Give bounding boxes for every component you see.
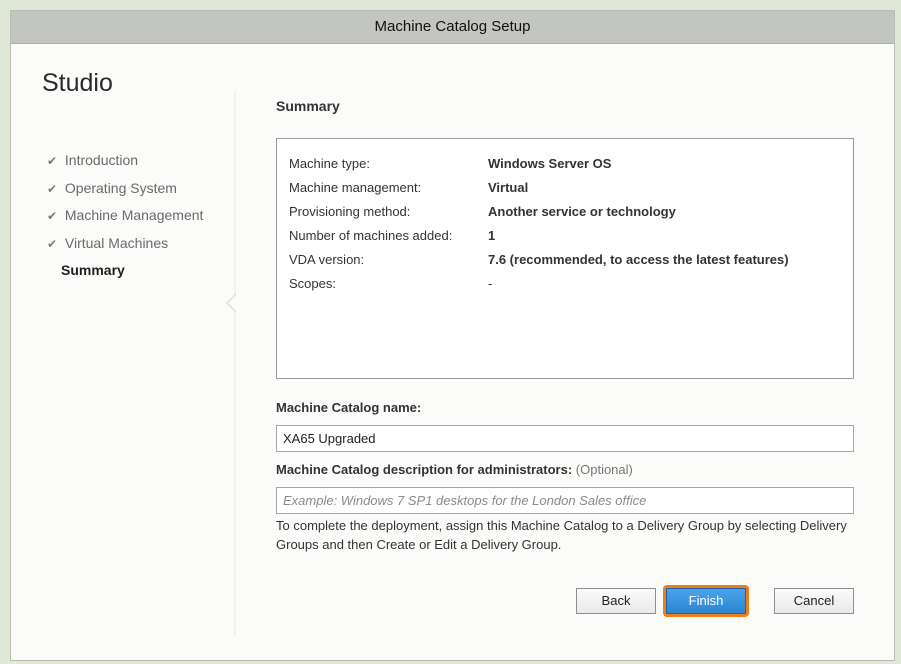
checkmark-icon: ✔ <box>47 209 58 223</box>
catalog-description-label: Machine Catalog description for administ… <box>276 462 633 477</box>
window-title: Machine Catalog Setup <box>11 11 894 44</box>
sidebar-divider <box>234 90 236 635</box>
current-step-pointer <box>228 294 237 312</box>
optional-hint: (Optional) <box>575 462 633 477</box>
step-label: Operating System <box>64 179 177 196</box>
checkmark-icon: ✔ <box>47 236 58 251</box>
summary-label: Scopes: <box>289 276 336 291</box>
summary-label: Provisioning method: <box>289 204 411 219</box>
summary-value: - <box>488 276 493 291</box>
catalog-name-input[interactable]: XA65 Upgraded <box>276 425 854 452</box>
step-introduction: ✔ Introduction <box>47 152 203 180</box>
step-summary: Summary <box>61 262 125 278</box>
summary-label: Number of machines added: <box>289 228 453 243</box>
back-button[interactable]: Back <box>576 588 656 614</box>
step-virtual-machines: ✔ Virtual Machines <box>47 235 203 263</box>
summary-value: 1 <box>488 228 496 243</box>
summary-label: Machine management: <box>289 180 422 195</box>
summary-panel: Machine type: Windows Server OS Machine … <box>276 138 854 379</box>
studio-brand: Studio <box>42 69 113 97</box>
summary-value: Virtual <box>488 180 529 195</box>
checkmark-icon: ✔ <box>47 154 58 168</box>
catalog-description-input[interactable]: Example: Windows 7 SP1 desktops for the … <box>276 487 854 514</box>
checkmark-icon: ✔ <box>47 181 58 196</box>
step-machine-management: ✔ Machine Management <box>47 207 203 235</box>
description-label-text: Machine Catalog description for administ… <box>276 462 573 477</box>
catalog-name-label: Machine Catalog name: <box>276 400 422 415</box>
summary-label: VDA version: <box>289 252 365 267</box>
step-operating-system: ✔ Operating System <box>47 180 203 208</box>
step-label: Machine Management <box>64 207 204 223</box>
summary-value: Windows Server OS <box>488 156 612 171</box>
summary-value: Another service or technology <box>488 204 676 219</box>
page-title: Summary <box>276 98 340 114</box>
deployment-note: To complete the deployment, assign this … <box>276 518 847 552</box>
cancel-button[interactable]: Cancel <box>774 588 854 614</box>
summary-label: Machine type: <box>289 156 370 171</box>
step-label: Virtual Machines <box>64 234 169 251</box>
finish-button[interactable]: Finish <box>666 588 746 614</box>
wizard-steps: ✔ Introduction ✔ Operating System ✔ Mach… <box>47 152 203 290</box>
step-label: Introduction <box>64 152 139 168</box>
summary-value: 7.6 (recommended, to access the latest f… <box>488 252 789 267</box>
